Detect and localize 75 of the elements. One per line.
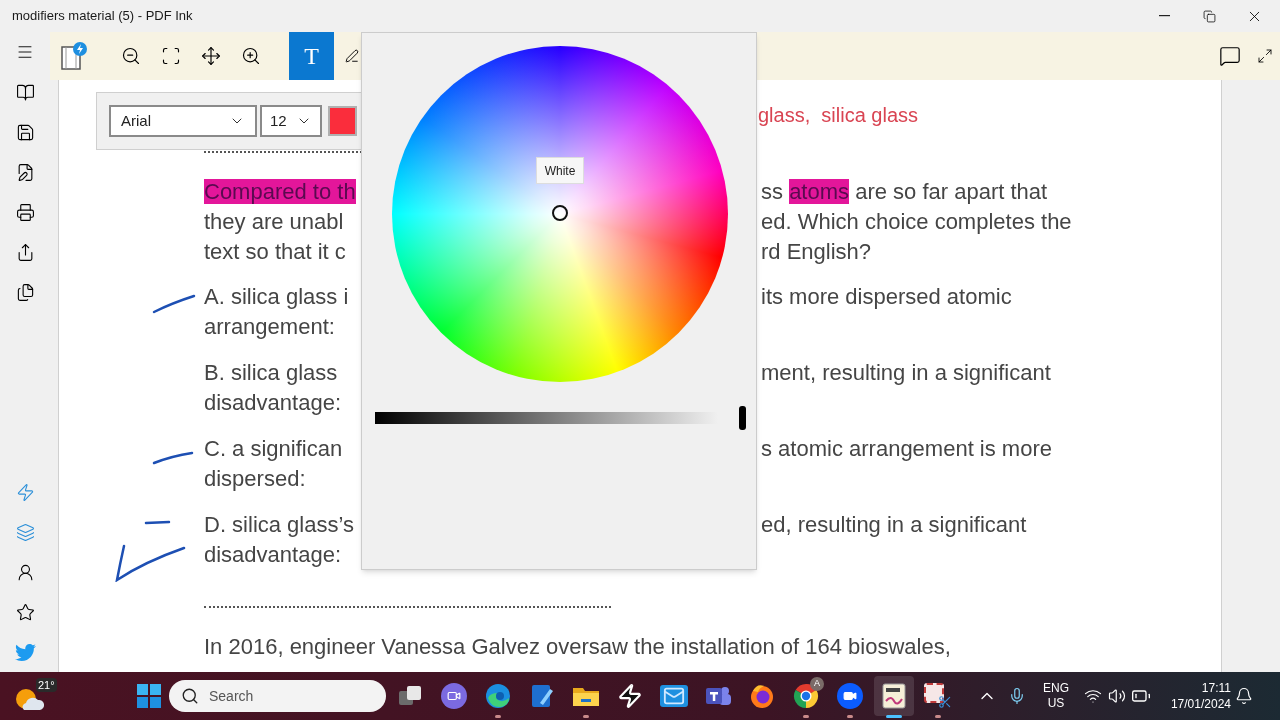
- running-indicator: [935, 715, 941, 718]
- volume-icon[interactable]: [1108, 687, 1126, 705]
- star-icon[interactable]: [15, 602, 35, 622]
- font-dropdown[interactable]: Arial: [109, 105, 257, 137]
- annotation-text: glass, silica glass: [758, 103, 919, 128]
- pen-icon[interactable]: [345, 49, 359, 63]
- move-icon[interactable]: [201, 46, 221, 66]
- layers-icon[interactable]: [15, 522, 35, 542]
- clock[interactable]: 17:11 17/01/2024: [1173, 680, 1231, 712]
- notification-icon[interactable]: [1235, 687, 1253, 705]
- firefox-icon[interactable]: [749, 683, 775, 709]
- printer-icon[interactable]: [15, 202, 35, 222]
- text-line: A. silica glass i: [204, 284, 349, 309]
- text-line: dispersed:: [204, 466, 306, 491]
- search-input[interactable]: Search: [209, 685, 359, 707]
- text-line: its more dispersed atomic: [761, 283, 1012, 311]
- mail-icon[interactable]: [660, 685, 688, 707]
- text-line: ed, resulting in a significant: [761, 511, 1027, 539]
- menu-icon[interactable]: [16, 43, 34, 61]
- running-indicator: [847, 715, 853, 718]
- text-line: s atomic arrangement is more: [761, 435, 1052, 463]
- text-line: disadvantage:: [204, 542, 341, 567]
- text-line: text so that it c: [204, 239, 346, 264]
- running-indicator: [803, 715, 809, 718]
- running-indicator: [495, 715, 501, 718]
- snipping-tool-icon[interactable]: [924, 683, 952, 709]
- documents-icon[interactable]: [15, 282, 35, 302]
- language-indicator[interactable]: ENG US: [1040, 681, 1072, 711]
- expand-icon[interactable]: [1257, 48, 1273, 64]
- zoom-in-icon[interactable]: [241, 46, 261, 66]
- bird-icon[interactable]: [14, 641, 36, 663]
- color-selector-handle[interactable]: [552, 205, 568, 221]
- text-line: ed. Which choice completes the: [761, 208, 1072, 236]
- running-indicator: [886, 715, 902, 718]
- window-title: modifiers material (5) - PDF Ink: [12, 7, 193, 26]
- start-icon[interactable]: [136, 683, 162, 709]
- text-line: they are unabl: [204, 209, 344, 234]
- tooltip: White: [536, 157, 584, 184]
- text-line: disadvantage:: [204, 390, 341, 415]
- text-line: C. a significan: [204, 436, 343, 461]
- text-line: arrangement:: [204, 314, 335, 339]
- pdf-app-icon[interactable]: [882, 683, 906, 709]
- text-line: ment, resulting in a significant: [761, 359, 1051, 387]
- text-line: In 2016, engineer Vanessa Galvez oversaw the installation of 164 bioswales,: [204, 632, 951, 661]
- search-icon: [181, 687, 199, 705]
- size-dropdown[interactable]: 12: [260, 105, 322, 137]
- text-line: D. silica glass’s: [204, 512, 354, 537]
- profile-badge: A: [810, 677, 824, 691]
- slider-thumb[interactable]: [739, 406, 746, 430]
- microphone-icon[interactable]: [1008, 687, 1026, 705]
- minimize-icon: [1159, 15, 1170, 17]
- pen-app-icon[interactable]: [530, 683, 554, 709]
- chat-app-icon[interactable]: [441, 683, 467, 709]
- ink-stroke: [152, 293, 196, 315]
- color-swatch[interactable]: [328, 106, 357, 136]
- lightning-icon[interactable]: [15, 482, 35, 502]
- app-logo-icon[interactable]: [60, 41, 88, 71]
- text-tool-button[interactable]: T: [289, 32, 334, 80]
- ink-stroke: [152, 451, 194, 465]
- zoom-app-icon[interactable]: [837, 683, 863, 709]
- text-line: B. silica glass: [204, 360, 338, 385]
- text-line: ss atoms are so far apart that: [761, 178, 1048, 206]
- fit-page-icon[interactable]: [161, 46, 181, 66]
- zoom-out-icon[interactable]: [121, 46, 141, 66]
- brightness-slider[interactable]: [375, 406, 746, 430]
- book-icon[interactable]: [15, 82, 35, 102]
- save-icon[interactable]: [15, 122, 35, 142]
- search-field[interactable]: Search: [169, 680, 386, 712]
- lightning-app-icon[interactable]: [617, 683, 643, 709]
- text-line: rd English?: [761, 238, 872, 266]
- restore-icon: [1203, 9, 1216, 23]
- browser-icon[interactable]: [485, 683, 511, 709]
- running-indicator: [583, 715, 589, 718]
- comment-icon[interactable]: [1219, 45, 1241, 67]
- temperature-text: 21°: [36, 678, 57, 692]
